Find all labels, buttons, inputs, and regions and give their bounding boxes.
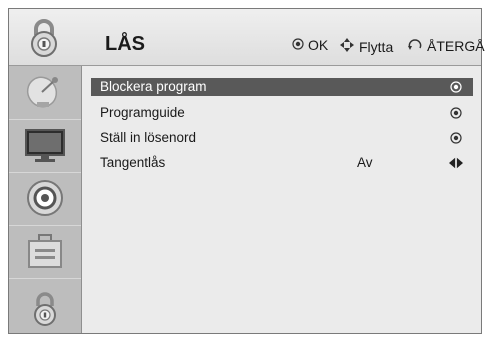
menu-item-program-guide[interactable]: Programguide <box>91 104 473 122</box>
sidebar-divider <box>9 278 81 279</box>
ok-hint: OK <box>292 37 328 53</box>
tv-monitor-icon[interactable] <box>15 124 75 166</box>
menu-item-set-password[interactable]: Ställ in lösenord <box>91 129 473 147</box>
menu-item-value: Av <box>357 155 373 170</box>
page-title: LÅS <box>105 33 145 55</box>
circle-dot-icon <box>292 37 304 53</box>
return-arrow-icon <box>407 37 423 54</box>
move-label: Flytta <box>359 38 394 55</box>
lock-icon <box>19 17 69 59</box>
left-right-arrows-icon[interactable] <box>449 156 463 170</box>
lock-icon[interactable] <box>15 288 75 330</box>
lock-menu-panel: Blockera program Programguide Ställ in l… <box>82 66 481 333</box>
circle-dot-icon <box>449 131 463 145</box>
satellite-dish-icon[interactable] <box>15 70 75 112</box>
sidebar-divider <box>9 172 81 173</box>
header-bar: LÅS OK Flytta ÅTERGÅ <box>9 9 485 66</box>
menu-item-label: Ställ in lösenord <box>100 130 197 145</box>
category-sidebar <box>9 66 82 333</box>
menu-item-label: Blockera program <box>100 79 207 94</box>
move-hint: Flytta <box>339 37 393 56</box>
menu-item-key-lock[interactable]: Tangentlås Av <box>91 154 473 172</box>
menu-item-label: Programguide <box>100 105 185 120</box>
circle-dot-icon <box>449 106 463 120</box>
four-way-arrow-icon <box>339 37 355 56</box>
toolbox-icon[interactable] <box>15 230 75 272</box>
back-hint: ÅTERGÅ <box>407 37 485 54</box>
speaker-icon[interactable] <box>15 177 75 219</box>
menu-item-block-program[interactable]: Blockera program <box>91 78 473 96</box>
settings-window: LÅS OK Flytta ÅTERGÅ Blockera program Pr… <box>8 8 485 334</box>
back-label: ÅTERGÅ <box>427 37 485 54</box>
sidebar-divider <box>9 119 81 120</box>
ok-label: OK <box>308 37 329 53</box>
menu-item-label: Tangentlås <box>100 155 166 170</box>
sidebar-divider <box>9 225 81 226</box>
circle-dot-icon <box>449 80 463 94</box>
